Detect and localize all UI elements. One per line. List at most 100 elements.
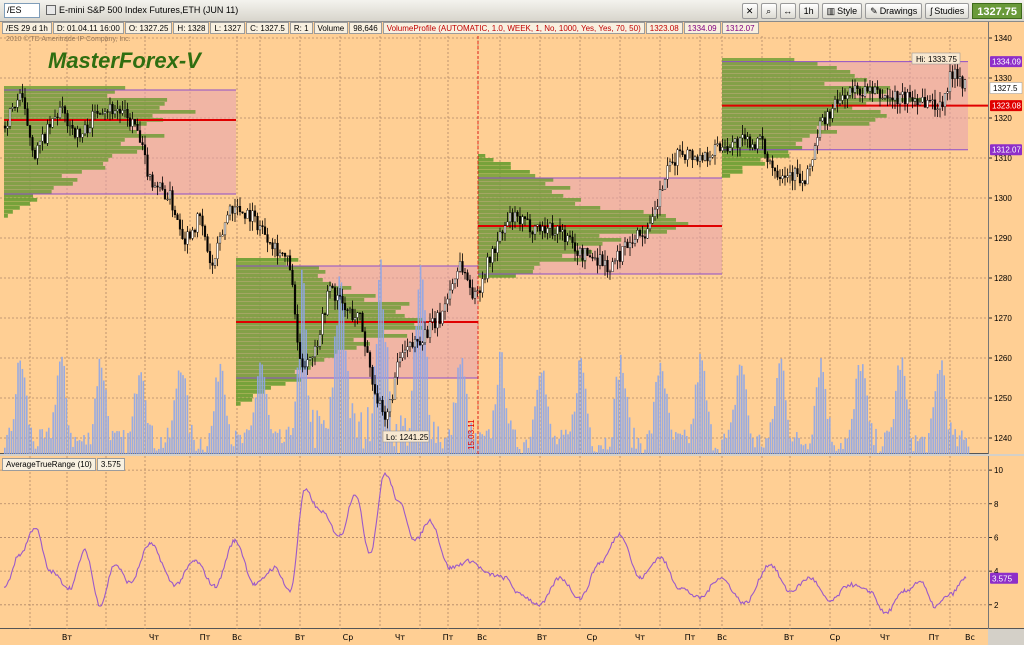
- volume-bar: [8, 427, 10, 454]
- candle-body: [411, 341, 414, 348]
- candle-body: [606, 260, 609, 273]
- candle-body: [208, 251, 212, 264]
- candle-body: [98, 113, 102, 115]
- price-axis[interactable]: 1340 1330 1320 1310 1300 1290 1280 1270 1260 1250…: [988, 22, 1024, 454]
- price-chart[interactable]: /ES 29 d 1h D: 01.04.11 16:00 O: 1327.25…: [0, 22, 1024, 454]
- volume-bar: [906, 399, 908, 454]
- profile-bar: [478, 178, 554, 182]
- volume-bar: [433, 421, 435, 454]
- candle-body: [321, 313, 324, 335]
- candle-body: [348, 308, 352, 311]
- price-level-label: 1312.07: [990, 144, 1022, 156]
- candle-body: [103, 111, 107, 114]
- volume-bar: [606, 449, 609, 454]
- style-button[interactable]: ▥ Style: [821, 3, 863, 19]
- profile-bar: [722, 74, 855, 78]
- candle-body: [808, 165, 812, 170]
- candle-body: [901, 91, 904, 95]
- candle-body: [393, 376, 397, 400]
- candle-body: [903, 91, 907, 105]
- profile-bar: [722, 146, 803, 150]
- symbol-lock-icon[interactable]: [46, 5, 56, 15]
- candle-body: [956, 68, 959, 79]
- candle-body: [536, 224, 539, 227]
- candle-body: [271, 242, 274, 250]
- candle-body: [353, 317, 357, 320]
- volume-bar: [798, 437, 800, 454]
- candle-body: [218, 236, 222, 244]
- atr-title[interactable]: AverageTrueRange (10): [2, 458, 96, 471]
- time-axis[interactable]: Вт Чт Пт Вс Вт Ср Чт Пт Вс Вт Ср Чт Пт Вс Вт Ср Чт Пт Вс: [0, 629, 988, 645]
- pan-tool-icon[interactable]: ↔: [779, 3, 796, 19]
- volume-bar: [103, 380, 105, 454]
- candle-body: [703, 152, 707, 161]
- candle-body: [203, 225, 207, 237]
- candle-body: [336, 295, 339, 301]
- volume-bar: [912, 451, 915, 454]
- candle-body: [641, 235, 644, 237]
- candle-body: [386, 411, 389, 420]
- zoom-tool-icon[interactable]: ⌕: [760, 3, 777, 19]
- profile-bar: [236, 326, 424, 330]
- atr-pane[interactable]: AverageTrueRange (10) 3.575 10 8 6 4 2 3.575: [0, 456, 1024, 629]
- volume-bar: [604, 437, 607, 454]
- drawings-button[interactable]: ✎ Drawings: [865, 3, 923, 19]
- candle-body: [581, 247, 584, 261]
- atr-tick-label: 8: [994, 500, 999, 509]
- candle-body: [753, 144, 757, 149]
- candle-body: [123, 109, 127, 111]
- candle-body: [586, 248, 589, 256]
- volume-bar: [741, 365, 743, 454]
- volume-bar: [380, 259, 382, 454]
- volume-bar: [565, 429, 567, 454]
- profile-bar: [4, 146, 145, 150]
- volume-bar: [362, 448, 365, 454]
- atr-axis[interactable]: 10 8 6 4 2 3.575: [988, 456, 1024, 629]
- candle-body: [111, 104, 114, 115]
- volume-bar: [177, 370, 180, 454]
- studies-button[interactable]: ʃ Studies: [925, 3, 970, 19]
- candle-body: [916, 98, 919, 106]
- atr-plot-area[interactable]: [0, 456, 988, 629]
- volume-bar: [527, 447, 530, 454]
- volume-bar: [294, 401, 296, 454]
- volume-bar: [446, 437, 448, 454]
- volume-bar: [122, 430, 125, 454]
- volume-bar: [265, 393, 268, 454]
- volume-bar: [419, 265, 422, 454]
- volume-bar: [791, 441, 794, 454]
- candle-body: [251, 210, 254, 222]
- price-plot-area[interactable]: 15.03.11 Hi: 1333.75 Lo: 1241.25: [0, 22, 988, 454]
- volume-bar: [94, 398, 96, 454]
- volume-bar: [554, 435, 556, 454]
- candle-body: [468, 279, 472, 288]
- volume-bar: [624, 388, 626, 454]
- candle-body: [363, 331, 367, 347]
- info-volume-profile[interactable]: VolumeProfile (AUTOMATIC, 1.0, WEEK, 1, …: [382, 22, 645, 34]
- profile-bar: [478, 166, 511, 170]
- candle-body: [143, 144, 147, 156]
- crosshair-tool-icon[interactable]: ✕: [741, 3, 758, 19]
- volume-bar: [600, 445, 602, 454]
- volume-bar: [246, 429, 248, 454]
- candle-body: [141, 142, 144, 145]
- price-tick-label: 1300: [994, 194, 1012, 203]
- candle-body: [721, 147, 724, 151]
- volume-bar: [118, 431, 120, 454]
- volume-bar: [133, 393, 136, 454]
- candle-body: [391, 399, 394, 401]
- interval-button[interactable]: 1h: [798, 3, 819, 19]
- volume-bar: [254, 397, 257, 454]
- profile-bar: [722, 170, 743, 174]
- profile-bar: [478, 162, 511, 166]
- candle-body: [418, 340, 422, 346]
- volume-bar: [153, 448, 156, 454]
- symbol-input[interactable]: /ES: [4, 3, 40, 18]
- candle-body: [781, 175, 784, 180]
- candle-body: [588, 255, 592, 258]
- candle-body: [566, 235, 569, 242]
- volume-bar: [100, 367, 103, 454]
- price-tick-label: 1270: [994, 314, 1012, 323]
- volume-bar: [169, 437, 171, 454]
- volume-bar: [455, 402, 457, 454]
